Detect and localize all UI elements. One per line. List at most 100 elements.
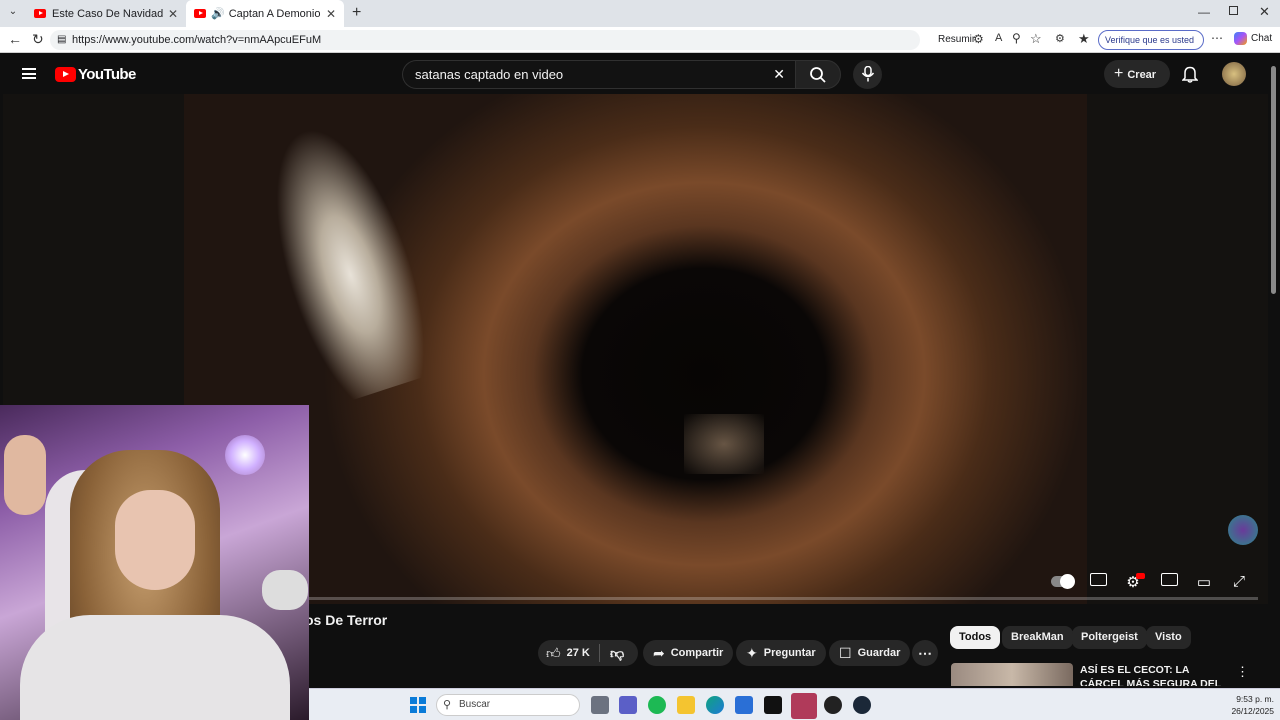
copilot-icon [1234, 32, 1247, 45]
search-query: satanas captado en video [415, 67, 564, 82]
close-tab-icon[interactable]: ✕ [326, 7, 336, 21]
cast-icon[interactable]: ▭ [1193, 573, 1215, 591]
channel-watermark-icon[interactable] [1228, 515, 1258, 545]
zoom-icon[interactable]: ⚲ [1012, 31, 1021, 45]
recommendation-menu-icon[interactable]: ⋮ [1236, 664, 1249, 680]
subtitles-icon[interactable] [1087, 573, 1109, 591]
tab-inactive[interactable]: Este Caso De Navidad Es Perturbad ✕ [26, 0, 186, 27]
miniplayer-icon[interactable] [1158, 573, 1180, 591]
capcut-icon[interactable] [764, 696, 782, 714]
search-input[interactable]: satanas captado en video ✕ [402, 60, 795, 89]
file-explorer-icon[interactable] [677, 696, 695, 714]
microphone-icon [861, 66, 875, 82]
url-field[interactable]: ▤ https://www.youtube.com/watch?v=nmAApc… [50, 30, 920, 50]
youtube-favicon-icon [34, 9, 46, 18]
like-dislike-group: 👍︎ 27 K 👎︎ [538, 640, 638, 666]
app-active-icon[interactable] [791, 693, 817, 719]
tab-active[interactable]: 🔊 Captan A Demonio Real En Cá ✕ [186, 0, 344, 27]
menu-icon[interactable] [22, 68, 36, 79]
chip-poltergeist[interactable]: Poltergeist [1072, 626, 1147, 649]
new-tab-button[interactable]: + [352, 4, 361, 22]
obs-icon[interactable] [824, 696, 842, 714]
play-icon [1060, 574, 1075, 589]
share-icon: ➦ [653, 645, 665, 661]
chip-todos[interactable]: Todos [950, 626, 1001, 649]
page-scrollbar[interactable] [1269, 54, 1280, 686]
verify-label: Verifique que es usted [1105, 35, 1195, 45]
webcam-overlay [0, 405, 309, 720]
chip-breakman[interactable]: BreakMan [1002, 626, 1073, 649]
create-button[interactable]: + Crear [1104, 60, 1170, 88]
save-button[interactable]: ☐ Guardar [829, 640, 911, 666]
avatar[interactable] [1222, 62, 1246, 86]
youtube-header: YouTube satanas captado en video ✕ + Crea… [3, 54, 1268, 94]
chip-visto[interactable]: Visto [1146, 626, 1191, 649]
youtube-favicon-icon [194, 9, 206, 18]
taskbar-clock[interactable]: 9:53 p. m. 26/12/2025 [1214, 693, 1274, 717]
youtube-logo-text: YouTube [78, 66, 136, 83]
webcam-microphone [262, 570, 308, 610]
webcam-ring-light [225, 435, 265, 475]
steam-icon[interactable] [853, 696, 871, 714]
webcam-person-hand [4, 435, 46, 515]
back-icon[interactable]: ← [8, 31, 22, 47]
ask-label: Preguntar [763, 647, 816, 659]
plus-icon: + [1114, 65, 1124, 82]
more-horizontal-icon: ⋯ [918, 645, 932, 661]
youtube-logo[interactable]: YouTube [55, 66, 136, 83]
summarize-button[interactable]: Resumir [938, 34, 975, 45]
autoplay-toggle[interactable] [1051, 574, 1075, 589]
youtube-play-icon [55, 67, 76, 82]
more-actions-button[interactable]: ⋯ [912, 640, 938, 666]
like-count: 27 K [566, 647, 590, 659]
webcam-person-face [115, 490, 195, 590]
chat-label: Chat [1251, 33, 1273, 44]
audio-playing-icon[interactable]: 🔊 [211, 7, 225, 20]
clear-search-icon[interactable]: ✕ [773, 61, 785, 88]
save-label: Guardar [857, 647, 901, 659]
windows-start-icon[interactable] [410, 697, 426, 713]
teams-icon[interactable] [619, 696, 637, 714]
read-aloud-icon[interactable]: A [995, 32, 1002, 44]
video-iris-glint [684, 414, 764, 474]
ask-button[interactable]: ✦ Preguntar [736, 640, 826, 666]
extensions-icon[interactable]: ⚙ [1055, 32, 1065, 45]
browser-tab-bar: ⌄ Este Caso De Navidad Es Perturbad ✕ 🔊 … [0, 0, 1280, 27]
spotify-icon[interactable] [648, 696, 666, 714]
tab-list-dropdown-icon[interactable]: ⌄ [6, 6, 20, 20]
edge-icon[interactable] [706, 696, 724, 714]
favorite-star-icon[interactable]: ☆ [1030, 31, 1042, 47]
tab-title: Captan A Demonio Real En Cá [228, 7, 322, 20]
mail-icon[interactable] [735, 696, 753, 714]
share-button[interactable]: ➦ Compartir [643, 640, 734, 666]
dislike-button[interactable]: 👎︎ [600, 640, 624, 666]
fullscreen-icon[interactable]: ⤢ [1228, 573, 1250, 591]
clock-time: 9:53 p. m. [1236, 694, 1274, 704]
recommendation-title[interactable]: ASÍ ES EL CECOT: LA CÁRCEL MÁS SEGURA DE… [1080, 663, 1228, 686]
thumbs-up-icon: 👍︎ [546, 645, 561, 661]
copilot-chat-button[interactable]: Chat [1234, 32, 1272, 45]
site-info-icon[interactable]: ▤ [57, 30, 66, 50]
close-window-button[interactable]: ✕ [1259, 4, 1270, 20]
reload-icon[interactable]: ↻ [32, 31, 44, 48]
close-tab-icon[interactable]: ✕ [168, 7, 178, 21]
taskbar-search-input[interactable]: ⚲ Buscar [436, 694, 580, 716]
thumbs-down-icon: 👎︎ [610, 645, 625, 661]
task-view-icon[interactable] [591, 696, 609, 714]
more-options-icon[interactable]: ⋯ [1211, 31, 1223, 45]
video-eye-highlight [215, 94, 483, 417]
restore-button[interactable] [1229, 6, 1238, 15]
verify-profile-button[interactable]: Verifique que es usted [1098, 30, 1204, 50]
scrollbar-thumb[interactable] [1271, 66, 1276, 294]
copilot-summarize-icon[interactable]: ⚙ [973, 32, 984, 46]
search-icon [810, 67, 826, 83]
minimize-button[interactable]: — [1198, 5, 1210, 19]
notifications-bell-icon[interactable] [1182, 65, 1198, 83]
like-button[interactable]: 👍︎ 27 K [538, 644, 600, 662]
favorites-icon[interactable]: ★ [1078, 31, 1090, 47]
recommendation-thumbnail[interactable] [951, 663, 1073, 686]
share-label: Compartir [670, 647, 724, 659]
search-button[interactable] [795, 60, 841, 89]
webcam-person-hoodie [20, 615, 290, 720]
voice-search-button[interactable] [853, 60, 882, 89]
